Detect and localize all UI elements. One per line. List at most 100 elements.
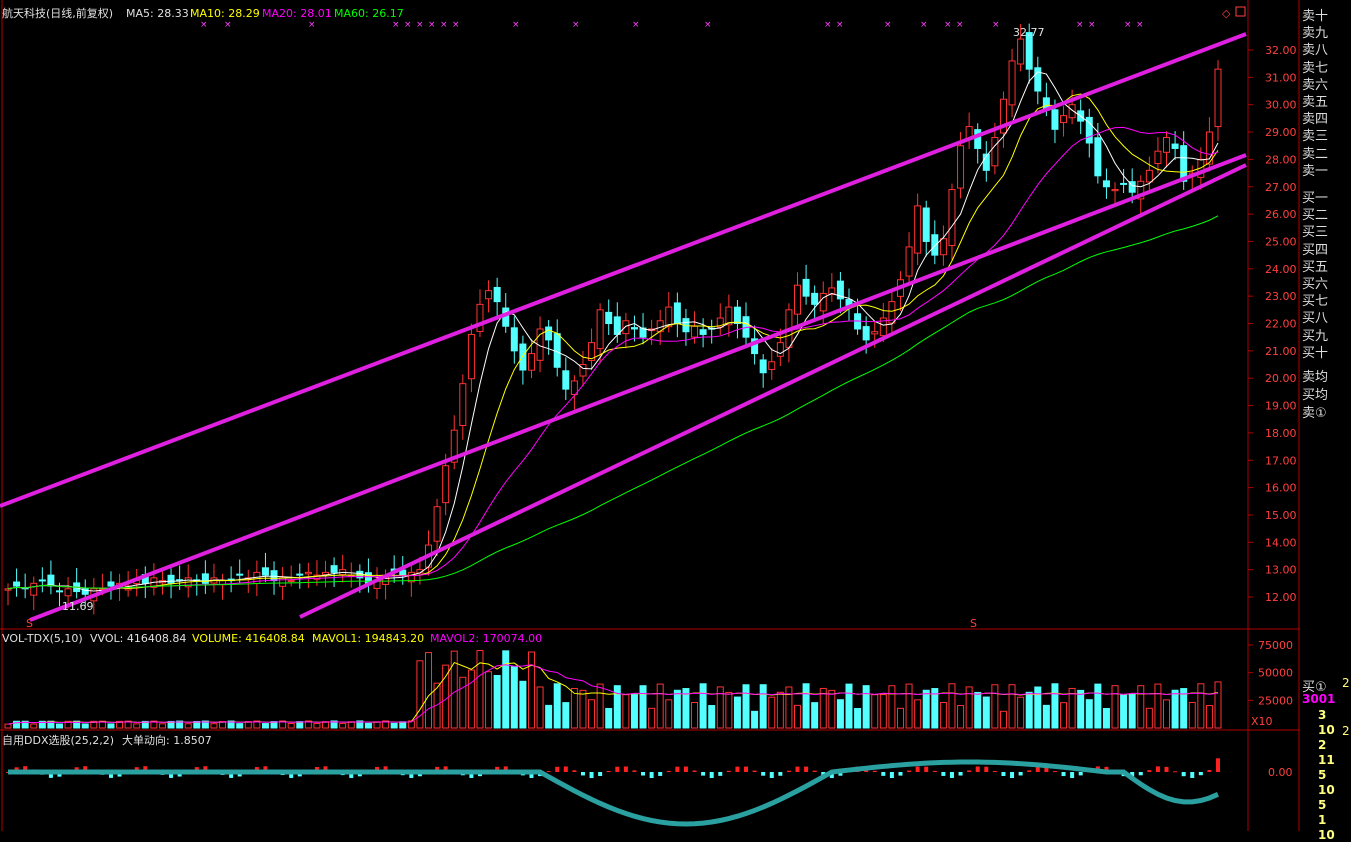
candle-body <box>1145 169 1153 183</box>
volume-bar <box>553 683 561 729</box>
volume-bar <box>1085 699 1093 729</box>
buy-level: 买十 <box>1302 345 1329 361</box>
stock-chart: 32.00 31.00 30.00 29.00 28.00 27.00 26.00 25.00… <box>0 0 1300 831</box>
volume-bar <box>55 723 63 729</box>
candle-body <box>519 343 527 371</box>
x-marker: × <box>836 20 844 30</box>
volume-bar <box>313 722 321 729</box>
candle-body <box>1171 143 1179 149</box>
x-marker: × <box>428 20 436 30</box>
ddx-bar <box>778 772 783 776</box>
sell-level: 卖九 <box>1302 26 1329 42</box>
candle-body <box>931 234 939 256</box>
ddx-bar <box>563 766 568 772</box>
volume-bar <box>562 702 570 729</box>
price-tick-label: 31.00 <box>1265 71 1297 84</box>
ddx-bar <box>992 770 997 772</box>
volume-bar <box>476 650 484 729</box>
candle-body <box>939 238 947 256</box>
volume-bar <box>811 702 819 729</box>
candle-body <box>794 284 802 315</box>
x-marker: × <box>1088 20 1096 30</box>
candle-body <box>1094 137 1102 177</box>
volume-bar <box>905 683 913 729</box>
volume-bar <box>1214 681 1222 729</box>
buy-level: 买七 <box>1302 294 1329 310</box>
ddx-bar <box>915 766 920 772</box>
ddx-bar <box>1070 772 1075 778</box>
candle-body <box>1214 68 1222 128</box>
candle-body <box>1060 115 1068 124</box>
candle-body <box>55 590 63 593</box>
volume-bar <box>1171 689 1179 729</box>
ddx-bar <box>1216 758 1220 772</box>
volume-label: VOLUME: 416408.84 <box>192 632 305 645</box>
diamond-icon[interactable]: ◇ <box>1222 7 1231 20</box>
volume-bar <box>493 674 501 729</box>
candle-body <box>30 582 38 596</box>
ddx-bar <box>1010 772 1015 778</box>
vol-tick-label: 75000 <box>1258 639 1293 652</box>
candle-body <box>905 246 913 277</box>
candle-body <box>1102 180 1110 188</box>
ddx-bar <box>1078 772 1083 776</box>
side-digit: 2 <box>1318 738 1327 752</box>
ddx-bar <box>769 772 774 778</box>
price-tick-label: 24.00 <box>1265 263 1297 276</box>
candle-body <box>776 342 784 357</box>
candle-body <box>476 303 484 332</box>
ddx-bar <box>1027 770 1032 772</box>
x-marker: × <box>632 20 640 30</box>
ddx-bar <box>1147 770 1152 772</box>
volume-bar <box>236 723 244 729</box>
candle-body <box>1008 60 1016 106</box>
side-digit: 5 <box>1318 768 1327 782</box>
volume-bar <box>759 684 767 729</box>
volume-bar <box>768 696 776 729</box>
ddx-bar <box>795 766 800 772</box>
ddx-bar <box>709 772 714 778</box>
sell-level: 卖八 <box>1302 43 1329 59</box>
ma60-label: MA60: 26.17 <box>334 7 404 20</box>
ddx-bar <box>623 766 628 772</box>
candle-body <box>699 329 707 335</box>
volume-bar <box>1017 696 1025 729</box>
buy-level: 买二 <box>1302 208 1329 224</box>
ddx-bar <box>932 770 937 772</box>
volume-bar <box>622 694 630 729</box>
candle-body <box>459 383 467 427</box>
candle-body <box>279 577 287 587</box>
volume-bar <box>545 704 553 729</box>
volume-bar <box>733 696 741 729</box>
sell-one: 卖① <box>1302 406 1327 421</box>
candle-body <box>442 465 450 504</box>
x-marker: × <box>404 20 412 30</box>
price-tick-label: 19.00 <box>1265 400 1297 413</box>
volume-bar <box>673 689 681 729</box>
vol-unit: X10 <box>1251 715 1273 728</box>
sell-level: 卖二 <box>1302 146 1329 162</box>
x-marker: × <box>452 20 460 30</box>
volume-bar <box>888 685 896 729</box>
price-tick-label: 16.00 <box>1265 482 1297 495</box>
candle-body <box>562 370 570 390</box>
volume-bar <box>519 680 527 729</box>
candle-body <box>236 573 244 576</box>
volume-bar <box>467 669 475 729</box>
ddx-bar <box>1052 771 1057 773</box>
vol-tick-label: 25000 <box>1258 694 1293 707</box>
volume-bar <box>287 723 295 729</box>
candle-body <box>862 326 870 341</box>
stock-title: 航天科技(日线,前复权) <box>2 6 113 20</box>
volume-bar <box>605 707 613 729</box>
x-marker: × <box>704 20 712 30</box>
ddx-bar <box>1181 772 1186 777</box>
volume-bar <box>261 723 269 729</box>
sell-level: 卖四 <box>1302 112 1329 128</box>
ma5-label: MA5: 28.33 <box>126 7 189 20</box>
volume-bar <box>785 686 793 729</box>
volume-bar <box>665 699 673 729</box>
low-marker: 11.69 <box>62 600 94 613</box>
x-marker: × <box>440 20 448 30</box>
volume-bar <box>1042 704 1050 729</box>
